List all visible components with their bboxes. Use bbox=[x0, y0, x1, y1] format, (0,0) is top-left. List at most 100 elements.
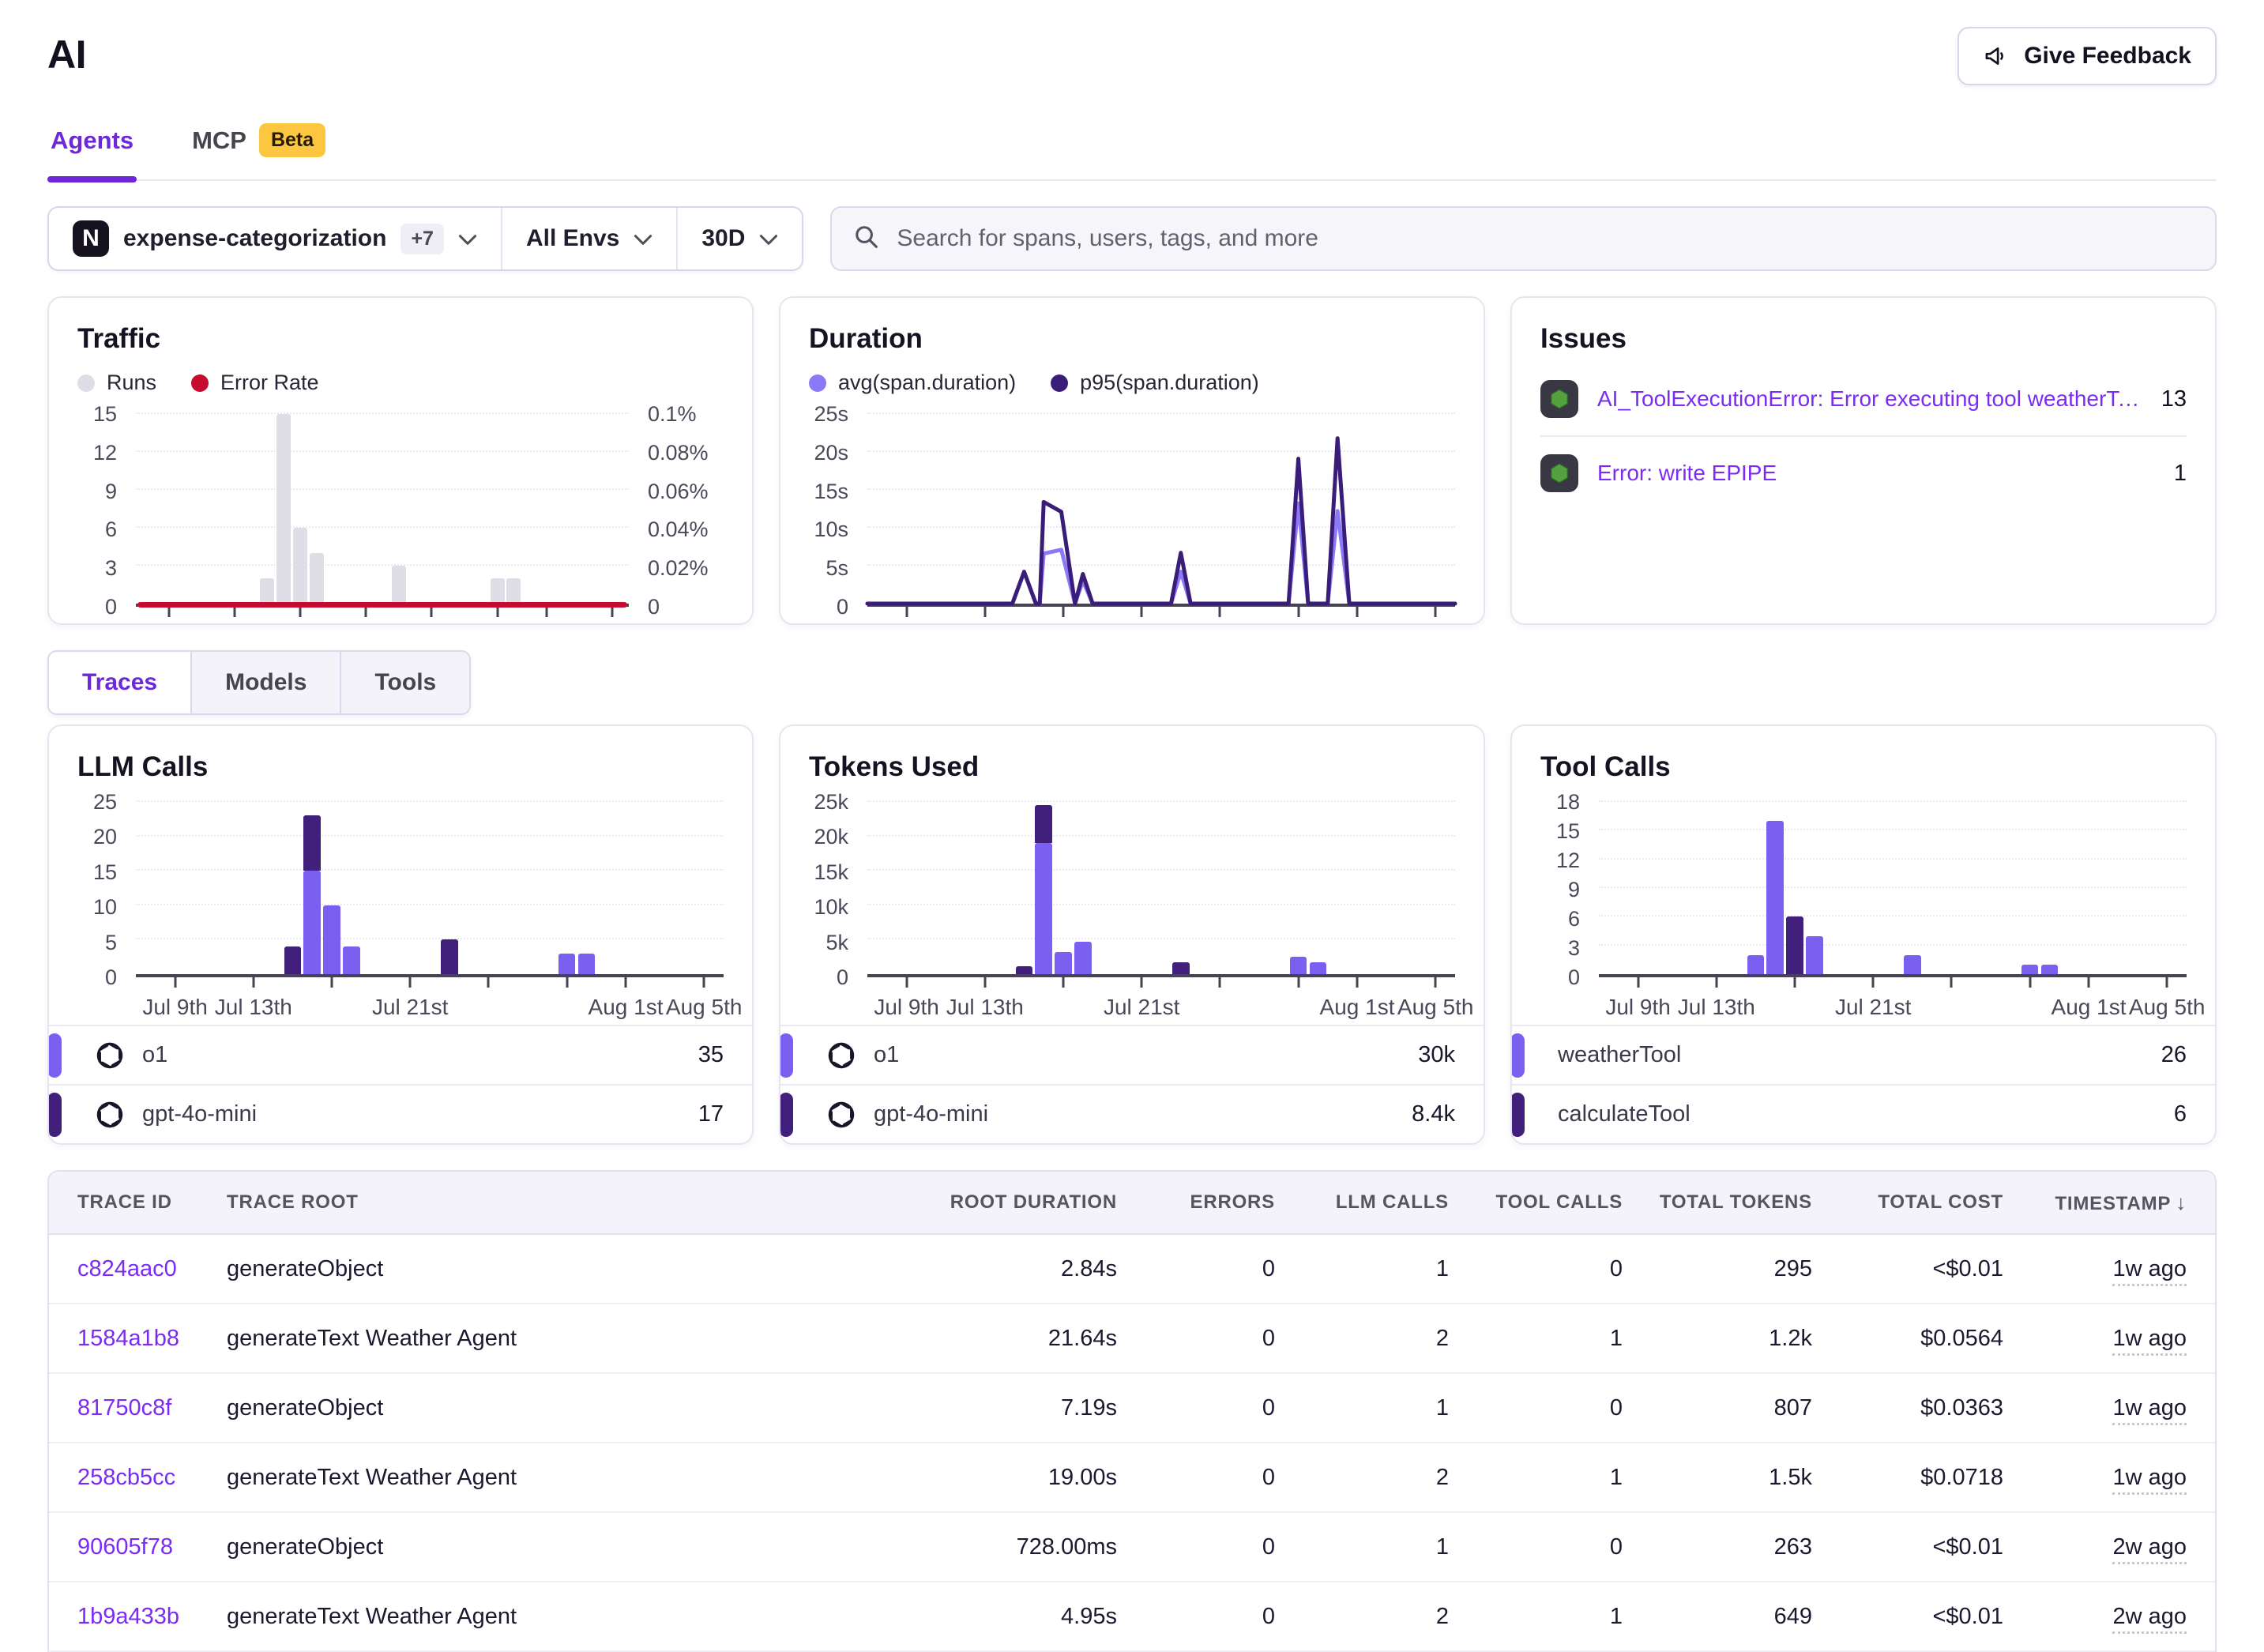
legend-row-gpt-4o-mini[interactable]: gpt-4o-mini17 bbox=[49, 1084, 752, 1143]
legend-item-error-rate[interactable]: Error Rate bbox=[191, 371, 319, 395]
bar-segment-gpt-4o-mini bbox=[284, 946, 302, 974]
date-range-selector[interactable]: 30D bbox=[678, 208, 802, 269]
project-selector[interactable]: N expense-categorization +7 bbox=[49, 208, 502, 269]
bar-segment-weathertool bbox=[2041, 965, 2059, 974]
timestamp-value[interactable]: 2w ago bbox=[2112, 1534, 2187, 1564]
environment-selector[interactable]: All Envs bbox=[502, 208, 678, 269]
date-range-label: 30D bbox=[701, 225, 745, 252]
column-header-trace-root[interactable]: TRACE ROOT bbox=[227, 1191, 923, 1214]
tab-mcp[interactable]: MCP Beta bbox=[189, 123, 329, 179]
gridline bbox=[1599, 858, 2187, 860]
axis-tick bbox=[365, 607, 367, 617]
bar-segment-o1 bbox=[323, 905, 340, 974]
axis-tick bbox=[1356, 607, 1359, 617]
tab-traces[interactable]: Traces bbox=[49, 652, 192, 713]
bar-segment-gpt-4o-mini bbox=[1016, 966, 1033, 974]
legend-row-weathertool[interactable]: weatherTool26 bbox=[1512, 1025, 2215, 1084]
trace-id-link[interactable]: 1b9a433b bbox=[77, 1604, 179, 1629]
legend-dot bbox=[191, 374, 209, 392]
column-header-trace-id[interactable]: TRACE ID bbox=[49, 1191, 227, 1214]
bar-segment-gpt-4o-mini bbox=[1172, 962, 1190, 974]
axis-tick bbox=[174, 977, 176, 988]
bar-segment-runs bbox=[506, 578, 521, 604]
timestamp-value[interactable]: 1w ago bbox=[2112, 1256, 2187, 1286]
axis-tick bbox=[496, 607, 498, 617]
trace-id-link[interactable]: c824aac0 bbox=[77, 1256, 177, 1281]
table-row: 258cb5ccgenerateText Weather Agent19.00s… bbox=[49, 1443, 2215, 1513]
column-header-total-tokens[interactable]: TOTAL TOKENS bbox=[1623, 1191, 1812, 1214]
issue-link[interactable]: Error: write EPIPE bbox=[1597, 461, 2155, 486]
legend-item-p95-span-duration-[interactable]: p95(span.duration) bbox=[1051, 371, 1259, 395]
trace-id-link[interactable]: 90605f78 bbox=[77, 1534, 173, 1560]
search-input[interactable] bbox=[895, 224, 2193, 253]
legend-item-avg-span-duration-[interactable]: avg(span.duration) bbox=[809, 371, 1016, 395]
axis-tick bbox=[487, 977, 490, 988]
chart-title: Tokens Used bbox=[809, 751, 1455, 783]
y-axis-label: 15 bbox=[93, 860, 117, 885]
legend-row-o1[interactable]: o1 30k bbox=[780, 1025, 1484, 1084]
bar-segment-o1 bbox=[343, 946, 360, 974]
legend-row-o1[interactable]: o135 bbox=[49, 1025, 752, 1084]
bar-segment-weathertool bbox=[1806, 936, 1823, 974]
page-header: AI Give Feedback bbox=[47, 27, 2217, 85]
axis-tick bbox=[1794, 977, 1796, 988]
legend-row-gpt-4o-mini[interactable]: gpt-4o-mini8.4k bbox=[780, 1084, 1484, 1143]
filter-bar: N expense-categorization +7 All Envs 30D bbox=[47, 206, 2217, 271]
legend-item-runs[interactable]: Runs bbox=[77, 371, 156, 395]
chevron-down-icon bbox=[634, 225, 652, 252]
issue-event-count: 13 bbox=[2161, 386, 2187, 412]
tab-agents-label: Agents bbox=[51, 126, 134, 155]
cell-timestamp: 1w ago bbox=[2003, 1326, 2215, 1352]
column-header-tool-calls[interactable]: TOOL CALLS bbox=[1449, 1191, 1623, 1214]
series-total-value: 35 bbox=[698, 1042, 724, 1068]
x-axis-label: Aug 1st bbox=[589, 995, 664, 1020]
column-header-timestamp[interactable]: TIMESTAMP↓ bbox=[2003, 1191, 2215, 1215]
x-axis-label: Aug 5th bbox=[666, 995, 743, 1020]
top-tab-bar: Agents MCP Beta bbox=[47, 123, 2217, 181]
column-header-errors[interactable]: ERRORS bbox=[1117, 1191, 1275, 1214]
column-header-root-duration[interactable]: ROOT DURATION bbox=[923, 1191, 1117, 1214]
series-total-value: 30k bbox=[1418, 1042, 1455, 1068]
bar-segment-weathertool bbox=[1766, 821, 1784, 974]
trace-id-link[interactable]: 81750c8f bbox=[77, 1395, 171, 1421]
y-axis-label: 25k bbox=[814, 790, 848, 815]
timestamp-value[interactable]: 1w ago bbox=[2112, 1395, 2187, 1425]
tab-agents[interactable]: Agents bbox=[47, 123, 137, 179]
gridline bbox=[136, 412, 629, 414]
y-axis-label: 6 bbox=[105, 518, 117, 543]
issues-title: Issues bbox=[1540, 323, 2187, 355]
series-label: o1 bbox=[874, 1042, 899, 1068]
series-total-value: 17 bbox=[698, 1101, 724, 1127]
tab-models[interactable]: Models bbox=[192, 652, 341, 713]
duration-chart: 05s10s15s20s25sJul 9thJul 13thJul 21stAu… bbox=[809, 414, 1455, 625]
y-axis-label: 20 bbox=[93, 826, 117, 850]
cell-total-tokens: 807 bbox=[1623, 1395, 1812, 1421]
timestamp-value[interactable]: 2w ago bbox=[2112, 1604, 2187, 1634]
ai-dashboard-page: AI Give Feedback Agents MCP Beta N expen… bbox=[0, 0, 2264, 1652]
axis-tick bbox=[233, 607, 235, 617]
legend-dot bbox=[809, 374, 826, 392]
usage-cards: LLM Calls0510152025Jul 9thJul 13thJul 21… bbox=[47, 724, 2217, 1145]
give-feedback-button[interactable]: Give Feedback bbox=[1957, 27, 2217, 85]
bar-segment-o1 bbox=[1035, 843, 1052, 974]
axis-tick bbox=[983, 607, 986, 617]
trace-id-link[interactable]: 258cb5cc bbox=[77, 1465, 175, 1490]
cell-errors: 0 bbox=[1117, 1604, 1275, 1630]
axis-tick bbox=[1062, 977, 1065, 988]
series-color-chip bbox=[47, 1093, 62, 1137]
timestamp-value[interactable]: 1w ago bbox=[2112, 1465, 2187, 1495]
timestamp-value[interactable]: 1w ago bbox=[2112, 1326, 2187, 1356]
llm_calls-card-body: LLM Calls0510152025Jul 9thJul 13thJul 21… bbox=[49, 726, 752, 1025]
gridline bbox=[136, 869, 724, 871]
issue-link[interactable]: AI_ToolExecutionError: Error executing t… bbox=[1597, 386, 2142, 412]
project-name: expense-categorization bbox=[123, 225, 386, 252]
axis-tick bbox=[431, 607, 433, 617]
tab-tools[interactable]: Tools bbox=[341, 652, 469, 713]
y-axis-label: 10k bbox=[814, 895, 848, 920]
gridline bbox=[867, 904, 1455, 905]
gridline bbox=[136, 450, 629, 452]
legend-row-calculatetool[interactable]: calculateTool6 bbox=[1512, 1084, 2215, 1143]
column-header-total-cost[interactable]: TOTAL COST bbox=[1812, 1191, 2003, 1214]
column-header-llm-calls[interactable]: LLM CALLS bbox=[1275, 1191, 1449, 1214]
trace-id-link[interactable]: 1584a1b8 bbox=[77, 1326, 179, 1351]
